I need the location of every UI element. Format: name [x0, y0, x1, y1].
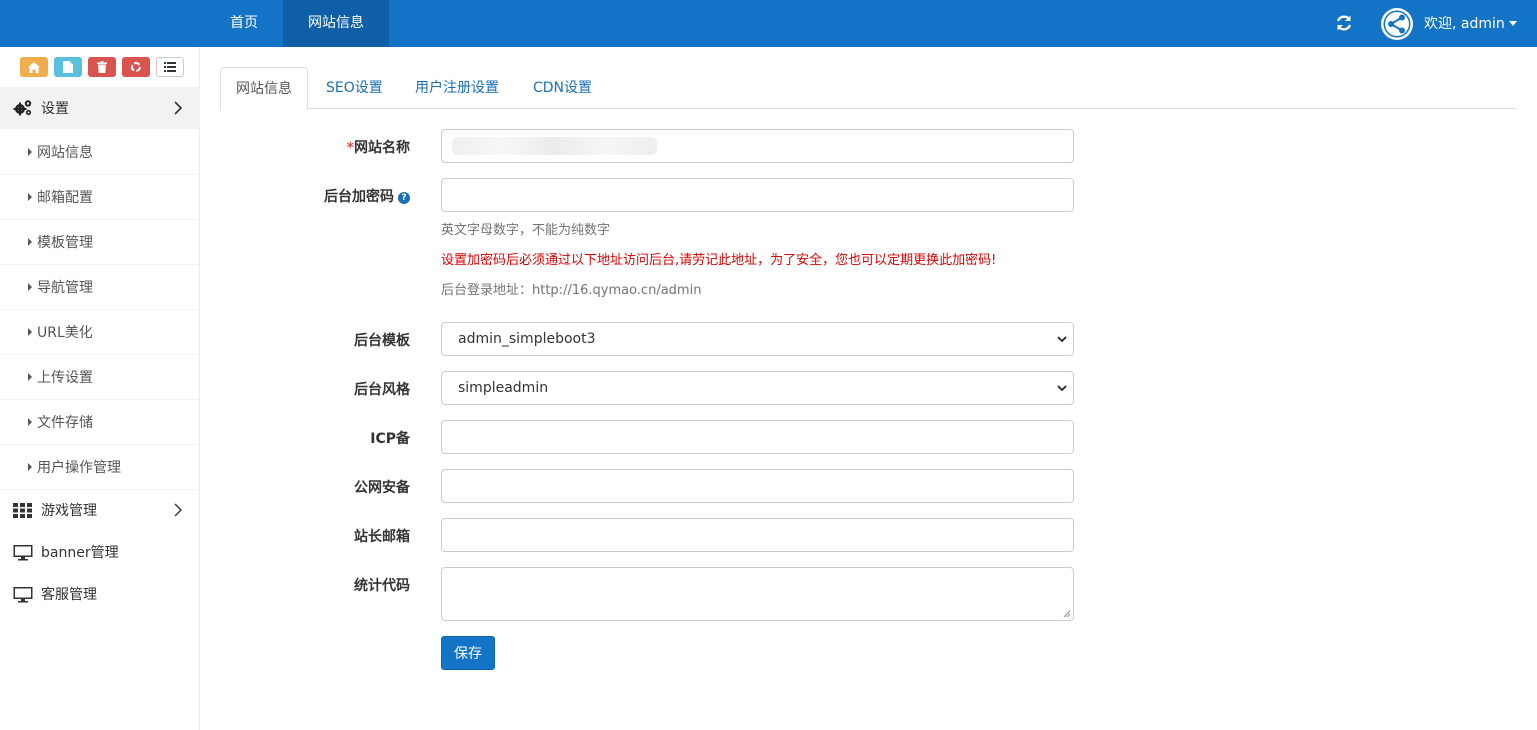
sidebar: 设置 网站信息 邮箱配置 模板管理 导航管理 URL美化 上传设置 文件存储 用…: [0, 47, 200, 730]
sidebar-item-label: 模板管理: [37, 235, 93, 251]
sidebar-item-template[interactable]: 模板管理: [0, 220, 199, 265]
admin-template-label: 后台模板: [354, 333, 410, 349]
caret-right-icon: [28, 238, 32, 246]
recycle-shortcut-button[interactable]: [122, 57, 150, 77]
tab-user-register[interactable]: 用户注册设置: [400, 67, 514, 109]
sidebar-group-label: 设置: [41, 101, 69, 117]
sidebar-item-label: 用户操作管理: [37, 460, 121, 476]
blurred-site-name: [452, 137, 657, 155]
admin-style-select[interactable]: simpleadmin: [441, 371, 1074, 405]
user-menu[interactable]: 欢迎, admin: [1424, 0, 1517, 47]
refresh-icon[interactable]: [1334, 13, 1354, 33]
sidebar-item-url-rewrite[interactable]: URL美化: [0, 310, 199, 355]
sidebar-item-upload[interactable]: 上传设置: [0, 355, 199, 400]
sidebar-item-email-config[interactable]: 邮箱配置: [0, 175, 199, 220]
file-shortcut-button[interactable]: [54, 57, 82, 77]
sidebar-item-label: 网站信息: [37, 145, 93, 161]
chevron-down-icon: [1057, 336, 1067, 343]
avatar[interactable]: [1381, 8, 1413, 40]
site-name-label-text: 网站名称: [354, 140, 410, 156]
trash-icon: [97, 61, 107, 73]
monitor-icon: [13, 545, 33, 561]
gears-icon: [13, 100, 32, 116]
sidebar-group-label: 客服管理: [41, 587, 97, 603]
top-nav: 首页 网站信息: [205, 0, 389, 47]
sidebar-item-storage[interactable]: 文件存储: [0, 400, 199, 445]
user-greeting: 欢迎, admin: [1424, 16, 1505, 32]
grid-icon: [13, 503, 32, 518]
stats-code-label: 统计代码: [354, 578, 410, 594]
sidebar-group-label: 游戏管理: [41, 503, 97, 519]
admin-template-select[interactable]: admin_simpleboot3: [441, 322, 1074, 356]
police-record-label: 公网安备: [354, 480, 410, 496]
caret-right-icon: [28, 418, 32, 426]
required-mark: *: [346, 140, 354, 156]
admin-password-label-text: 后台加密码: [324, 189, 394, 205]
top-navbar: 首页 网站信息 欢迎, admin: [0, 0, 1537, 47]
admin-login-url: 后台登录地址：http://16.qymao.cn/admin: [441, 283, 702, 298]
sidebar-item-label: URL美化: [37, 325, 93, 341]
sidebar-item-label: 导航管理: [37, 280, 93, 296]
caret-right-icon: [28, 148, 32, 156]
admin-password-warning: 设置加密码后必须通过以下地址访问后台,请劳记此地址，为了安全，您也可以定期更换此…: [441, 253, 997, 268]
chevron-right-icon: [174, 101, 182, 115]
file-icon: [63, 61, 73, 73]
caret-down-icon: [1508, 21, 1517, 26]
sidebar-group-settings[interactable]: 设置: [0, 87, 200, 129]
police-record-input[interactable]: [441, 469, 1074, 503]
admin-password-label: 后台加密码?: [324, 186, 410, 206]
chevron-down-icon: [1057, 385, 1067, 392]
caret-right-icon: [28, 193, 32, 201]
admin-email-label: 站长邮箱: [354, 529, 410, 545]
save-button[interactable]: 保存: [441, 636, 495, 670]
tab-site-info[interactable]: 网站信息: [220, 67, 308, 110]
admin-style-value: simpleadmin: [458, 380, 549, 396]
sidebar-item-label: 邮箱配置: [37, 190, 93, 206]
shortcut-bar: [20, 57, 184, 77]
tab-seo[interactable]: SEO设置: [311, 67, 398, 109]
icp-input[interactable]: [441, 420, 1074, 454]
icp-label: ICP备: [370, 431, 410, 447]
tab-cdn[interactable]: CDN设置: [518, 67, 607, 109]
chevron-right-icon: [174, 503, 182, 517]
sidebar-group-game[interactable]: 游戏管理: [0, 489, 200, 531]
tab-bar: 网站信息 SEO设置 用户注册设置 CDN设置: [220, 67, 1517, 110]
sidebar-item-navigation[interactable]: 导航管理: [0, 265, 199, 310]
stats-code-textarea[interactable]: [441, 567, 1074, 621]
sidebar-group-banner[interactable]: banner管理: [0, 531, 200, 573]
nav-home[interactable]: 首页: [205, 0, 283, 47]
sidebar-group-label: banner管理: [41, 545, 119, 561]
site-name-label: *网站名称: [347, 137, 410, 157]
admin-password-input[interactable]: [441, 178, 1074, 212]
caret-right-icon: [28, 328, 32, 336]
admin-password-hint: 英文字母数字，不能为纯数字: [441, 223, 611, 238]
resize-grip-icon[interactable]: [1063, 610, 1071, 618]
home-icon: [28, 61, 40, 73]
admin-email-input[interactable]: [441, 518, 1074, 552]
question-icon[interactable]: ?: [398, 192, 410, 204]
sidebar-item-label: 上传设置: [37, 370, 93, 386]
trash-shortcut-button[interactable]: [88, 57, 116, 77]
sidebar-group-customer-service[interactable]: 客服管理: [0, 573, 200, 615]
list-icon: [164, 62, 176, 72]
list-shortcut-button[interactable]: [156, 57, 184, 77]
caret-right-icon: [28, 463, 32, 471]
caret-right-icon: [28, 283, 32, 291]
recycle-icon: [131, 62, 141, 72]
admin-style-label: 后台风格: [354, 382, 410, 398]
admin-template-value: admin_simpleboot3: [458, 331, 596, 347]
monitor-icon: [13, 587, 33, 603]
caret-right-icon: [28, 373, 32, 381]
sidebar-item-label: 文件存储: [37, 415, 93, 431]
sidebar-item-user-actions[interactable]: 用户操作管理: [0, 445, 199, 490]
nav-site-info[interactable]: 网站信息: [283, 0, 389, 47]
home-shortcut-button[interactable]: [20, 57, 48, 77]
sidebar-item-site-info[interactable]: 网站信息: [0, 130, 199, 175]
